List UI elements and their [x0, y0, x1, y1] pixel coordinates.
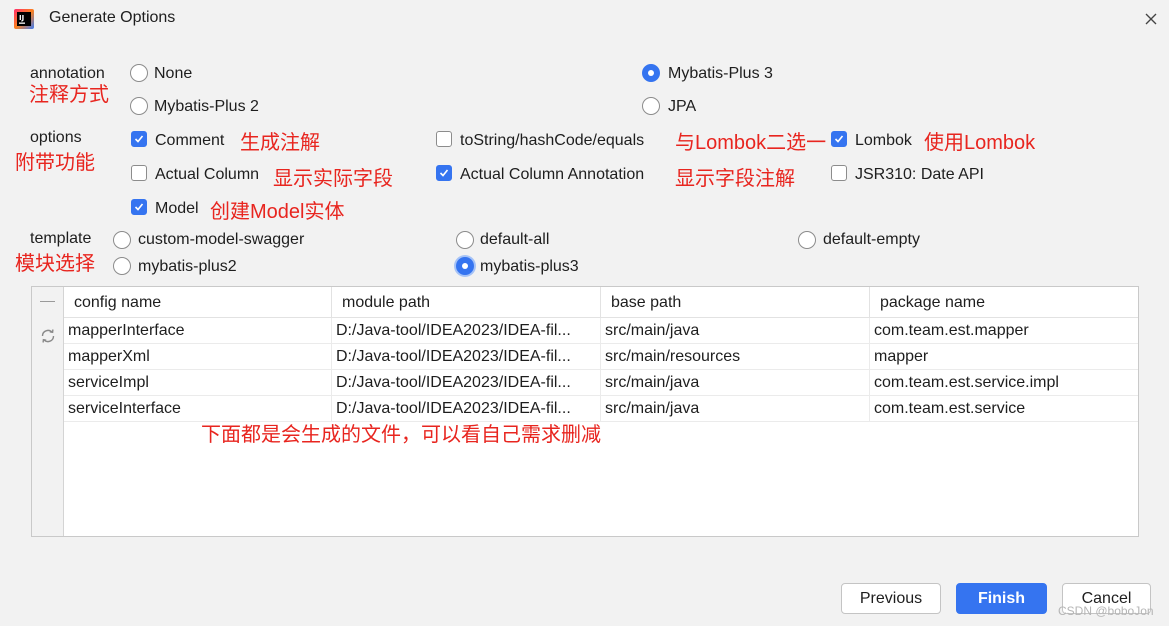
- checkbox-label[interactable]: JSR310: Date API: [855, 165, 984, 185]
- radio-template-default-empty[interactable]: [798, 231, 816, 249]
- annotation-label: annotation: [30, 65, 105, 82]
- template-option-label[interactable]: mybatis-plus2: [138, 257, 237, 277]
- checkbox-tostring-hashcode-equals[interactable]: [436, 131, 452, 147]
- radio-annotation-none[interactable]: [130, 64, 148, 82]
- cell-base-path[interactable]: src/main/java: [601, 318, 870, 344]
- table-row[interactable]: serviceInterface D:/Java-tool/IDEA2023/I…: [64, 396, 1138, 422]
- cell-module-path[interactable]: D:/Java-tool/IDEA2023/IDEA-fil...: [332, 370, 601, 396]
- template-option-label[interactable]: default-all: [480, 230, 549, 250]
- table-row[interactable]: mapperXml D:/Java-tool/IDEA2023/IDEA-fil…: [64, 344, 1138, 370]
- column-header-module-path[interactable]: module path: [332, 287, 601, 318]
- cell-base-path[interactable]: src/main/resources: [601, 344, 870, 370]
- radio-template-custom-model-swagger[interactable]: [113, 231, 131, 249]
- tostring-note: 与Lombok二选一: [675, 132, 827, 154]
- template-option-label[interactable]: custom-model-swagger: [138, 230, 304, 250]
- cell-config-name[interactable]: mapperXml: [64, 344, 332, 370]
- actual-column-note: 显示实际字段: [273, 168, 393, 190]
- title-bar: IJ Generate Options: [0, 0, 1169, 38]
- watermark: CSDN @boboJon: [1058, 604, 1154, 618]
- close-icon[interactable]: [1140, 8, 1162, 30]
- template-note: 模块选择: [15, 253, 95, 275]
- refresh-icon[interactable]: [39, 327, 57, 345]
- table-row[interactable]: mapperInterface D:/Java-tool/IDEA2023/ID…: [64, 318, 1138, 344]
- annotation-option-label[interactable]: None: [154, 64, 192, 84]
- cell-module-path[interactable]: D:/Java-tool/IDEA2023/IDEA-fil...: [332, 344, 601, 370]
- cell-package-name[interactable]: com.team.est.service.impl: [870, 370, 1138, 396]
- cell-package-name[interactable]: com.team.est.service: [870, 396, 1138, 422]
- checkbox-label[interactable]: toString/hashCode/equals: [460, 131, 644, 151]
- annotation-option-label[interactable]: Mybatis-Plus 3: [668, 64, 773, 84]
- cell-module-path[interactable]: D:/Java-tool/IDEA2023/IDEA-fil...: [332, 396, 601, 422]
- cell-config-name[interactable]: serviceInterface: [64, 396, 332, 422]
- intellij-idea-logo-icon: IJ: [14, 9, 34, 29]
- annotation-option-label[interactable]: Mybatis-Plus 2: [154, 97, 259, 117]
- radio-annotation-mybatis-plus-2[interactable]: [130, 97, 148, 115]
- checkbox-actual-column-annotation[interactable]: [436, 165, 452, 181]
- template-option-label[interactable]: default-empty: [823, 230, 920, 250]
- checkbox-lombok[interactable]: [831, 131, 847, 147]
- checkbox-actual-column[interactable]: [131, 165, 147, 181]
- svg-text:IJ: IJ: [19, 14, 24, 22]
- cell-package-name[interactable]: com.team.est.mapper: [870, 318, 1138, 344]
- config-table: config name module path base path packag…: [31, 286, 1139, 537]
- options-label: options: [30, 129, 82, 146]
- table-row[interactable]: serviceImpl D:/Java-tool/IDEA2023/IDEA-f…: [64, 370, 1138, 396]
- comment-note: 生成注解: [240, 132, 320, 154]
- checkbox-comment[interactable]: [131, 131, 147, 147]
- cell-config-name[interactable]: mapperInterface: [64, 318, 332, 344]
- window-title: Generate Options: [49, 9, 176, 26]
- template-label: template: [30, 230, 92, 247]
- cell-package-name[interactable]: mapper: [870, 344, 1138, 370]
- checkbox-jsr310-date-api[interactable]: [831, 165, 847, 181]
- column-header-package-name[interactable]: package name: [870, 287, 1138, 318]
- cell-config-name[interactable]: serviceImpl: [64, 370, 332, 396]
- radio-annotation-jpa[interactable]: [642, 97, 660, 115]
- model-note: 创建Model实体: [210, 201, 345, 223]
- previous-button[interactable]: Previous: [841, 583, 941, 614]
- table-toolbar: [32, 287, 64, 536]
- column-header-config-name[interactable]: config name: [64, 287, 332, 318]
- checkbox-label[interactable]: Actual Column Annotation: [460, 165, 644, 185]
- radio-template-mybatis-plus2[interactable]: [113, 257, 131, 275]
- annotation-note: 注释方式: [29, 84, 109, 106]
- template-option-label[interactable]: mybatis-plus3: [480, 257, 579, 277]
- lombok-note: 使用Lombok: [924, 132, 1036, 154]
- table-note: 下面都是会生成的文件，可以看自己需求删减: [201, 424, 601, 446]
- radio-template-mybatis-plus3[interactable]: [456, 257, 474, 275]
- radio-template-default-all[interactable]: [456, 231, 474, 249]
- checkbox-label[interactable]: Lombok: [855, 131, 912, 151]
- radio-annotation-mybatis-plus-3[interactable]: [642, 64, 660, 82]
- checkbox-label[interactable]: Model: [155, 199, 199, 219]
- cell-base-path[interactable]: src/main/java: [601, 370, 870, 396]
- checkbox-label[interactable]: Actual Column: [155, 165, 259, 185]
- cell-module-path[interactable]: D:/Java-tool/IDEA2023/IDEA-fil...: [332, 318, 601, 344]
- finish-button[interactable]: Finish: [956, 583, 1047, 614]
- actual-column-annotation-note: 显示字段注解: [675, 168, 795, 190]
- remove-row-icon[interactable]: [40, 301, 55, 302]
- annotation-option-label[interactable]: JPA: [668, 97, 696, 117]
- cell-base-path[interactable]: src/main/java: [601, 396, 870, 422]
- column-header-base-path[interactable]: base path: [601, 287, 870, 318]
- checkbox-model[interactable]: [131, 199, 147, 215]
- checkbox-label[interactable]: Comment: [155, 131, 224, 151]
- options-note: 附带功能: [15, 152, 95, 174]
